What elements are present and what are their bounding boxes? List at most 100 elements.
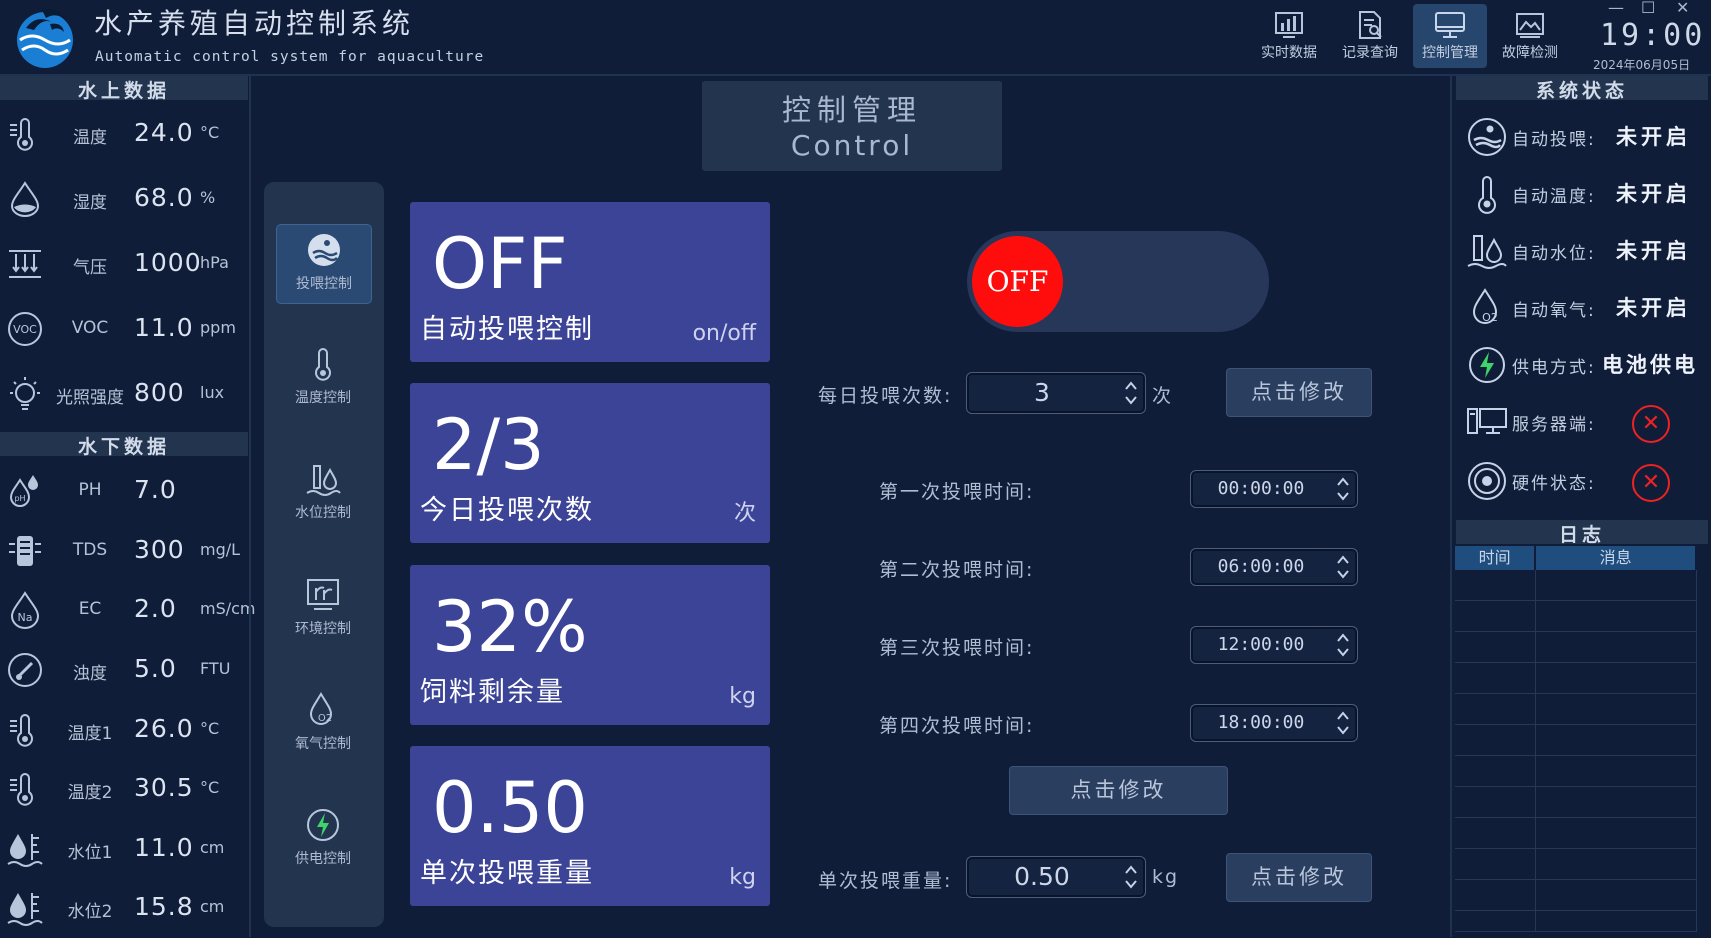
spin-arrows-icon[interactable] xyxy=(1123,377,1139,409)
daily-count-spinbox[interactable]: 3 xyxy=(966,372,1146,414)
feed-time-label: 第一次投喂时间: xyxy=(879,481,1035,503)
sensor-temperature-1: 温度1 26.0 °C xyxy=(0,702,248,760)
feeding-icon xyxy=(308,234,340,266)
side-nav-feeding[interactable]: 投喂控制 xyxy=(276,224,372,304)
sensor-value: 11.0 xyxy=(134,313,194,342)
spinbox-value: 3 xyxy=(1034,378,1050,407)
control-title-box: 控制管理 Control xyxy=(702,81,1002,171)
left-divider xyxy=(249,74,251,937)
status-label: 服务器端: xyxy=(1512,415,1596,435)
sensor-value: 5.0 xyxy=(134,654,177,683)
sensor-light: 光照强度 800 lux xyxy=(0,366,248,424)
svg-text:Na: Na xyxy=(18,611,33,624)
nav-label: 实时数据 xyxy=(1261,45,1317,61)
control-title-cn: 控制管理 xyxy=(781,93,922,127)
svg-text:pH: pH xyxy=(14,494,25,503)
side-nav-temperature[interactable]: 温度控制 xyxy=(276,339,370,417)
log-column-message[interactable]: 消息 xyxy=(1536,546,1697,570)
sensor-temperature-2: 温度2 30.5 °C xyxy=(0,761,248,819)
side-nav-oxygen[interactable]: O2 氧气控制 xyxy=(276,685,370,763)
minimize-button[interactable]: — xyxy=(1608,0,1624,17)
logo-icon xyxy=(12,4,78,70)
sensor-value: 30.5 xyxy=(134,773,194,802)
feeding-icon xyxy=(1468,118,1506,156)
sensor-ph: pH PH 7.0 xyxy=(0,463,248,521)
app-subtitle: Automatic control system for aquaculture xyxy=(95,49,485,65)
sensor-value: 300 xyxy=(134,535,185,564)
spin-arrows-icon[interactable] xyxy=(1335,707,1351,739)
status-server: 服务器端: ✕ xyxy=(1462,393,1711,450)
thermometer-icon xyxy=(10,117,33,151)
spinbox-value: 18:00:00 xyxy=(1217,712,1305,733)
sensor-water-level-2: 水位2 15.8 cm xyxy=(0,880,248,938)
close-button[interactable]: ✕ xyxy=(1676,0,1689,17)
log-table-header: 时间 消息 xyxy=(1455,546,1697,570)
log-column-time[interactable]: 时间 xyxy=(1455,546,1537,570)
sensor-label: VOC xyxy=(71,318,109,338)
spin-arrows-icon[interactable] xyxy=(1335,473,1351,505)
status-label: 供电方式: xyxy=(1512,358,1596,378)
bar-chart-icon xyxy=(1275,12,1303,38)
sensor-unit: % xyxy=(200,188,216,207)
log-row xyxy=(1455,756,1697,787)
status-label: 自动投喂: xyxy=(1512,130,1596,150)
sensor-label: TDS xyxy=(72,540,108,560)
feed-time-4-spinbox[interactable]: 18:00:00 xyxy=(1190,704,1358,742)
sensor-value: 800 xyxy=(134,378,185,407)
spin-arrows-icon[interactable] xyxy=(1335,629,1351,661)
svg-text:O2: O2 xyxy=(318,713,332,724)
water-level-icon xyxy=(7,834,43,867)
sensor-humidity: 湿度 68.0 % xyxy=(0,171,248,229)
side-nav-water-level[interactable]: 水位控制 xyxy=(276,454,370,532)
modify-daily-count-button[interactable]: 点击修改 xyxy=(1226,368,1372,417)
control-side-nav: 投喂控制 温度控制 水位控制 环境控制 O2 氧气控制 供电控制 xyxy=(264,182,384,927)
card-feed-remaining: 32% 饲料剩余量 kg xyxy=(410,565,770,725)
sensor-label: 温度1 xyxy=(67,724,113,744)
sensor-value: 1000 xyxy=(134,248,202,277)
sensor-temperature: 温度 24.0 °C xyxy=(0,106,248,164)
sensor-unit: cm xyxy=(200,838,225,857)
side-nav-environment[interactable]: 环境控制 xyxy=(276,570,370,648)
above-water-header: 水上数据 xyxy=(0,76,248,102)
log-row xyxy=(1455,663,1697,694)
water-level-icon xyxy=(1467,235,1507,269)
nav-fault-detection[interactable]: 故障检测 xyxy=(1493,4,1567,68)
status-value: 电池供电 xyxy=(1602,353,1698,377)
sensor-tds: TDS 300 mg/L xyxy=(0,523,248,581)
spinbox-value: 00:00:00 xyxy=(1217,478,1305,499)
log-row xyxy=(1455,787,1697,818)
nav-record-query[interactable]: 记录查询 xyxy=(1333,4,1407,68)
spin-arrows-icon[interactable] xyxy=(1123,861,1139,893)
status-label: 自动温度: xyxy=(1512,187,1596,207)
spin-arrows-icon[interactable] xyxy=(1335,551,1351,583)
ec-icon: Na xyxy=(10,591,40,629)
sensor-label: 浊度 xyxy=(73,664,107,684)
card-today-feed-count: 2/3 今日投喂次数 次 xyxy=(410,383,770,543)
nav-realtime-data[interactable]: 实时数据 xyxy=(1252,4,1326,68)
side-nav-power[interactable]: 供电控制 xyxy=(276,800,370,878)
modify-single-weight-button[interactable]: 点击修改 xyxy=(1226,853,1372,902)
date: 2024年06月05日 xyxy=(1593,58,1691,72)
feed-time-1-spinbox[interactable]: 00:00:00 xyxy=(1190,470,1358,508)
maximize-button[interactable]: ☐ xyxy=(1641,0,1655,17)
control-title-en: Control xyxy=(790,129,914,162)
sensor-label: 温度2 xyxy=(67,783,113,803)
sensor-value: 15.8 xyxy=(134,892,194,921)
sensor-unit: °C xyxy=(200,719,220,738)
log-table[interactable]: 时间 消息 xyxy=(1455,546,1697,932)
side-nav-label: 水位控制 xyxy=(295,505,351,521)
water-level-icon xyxy=(306,465,341,496)
card-single-feed-weight: 0.50 单次投喂重量 kg xyxy=(410,746,770,906)
single-weight-spinbox[interactable]: 0.50 xyxy=(966,856,1146,898)
status-auto-water-level: 自动水位: 未开启 xyxy=(1462,222,1711,279)
feed-time-2-spinbox[interactable]: 06:00:00 xyxy=(1190,548,1358,586)
log-row xyxy=(1455,632,1697,663)
sensor-label: 温度 xyxy=(73,128,107,148)
oxygen-icon: O2 xyxy=(309,692,332,725)
modify-feed-times-button[interactable]: 点击修改 xyxy=(1009,766,1228,815)
sensor-label: 光照强度 xyxy=(56,388,124,408)
auto-feed-toggle[interactable]: OFF xyxy=(967,231,1269,332)
nav-control-management[interactable]: 控制管理 xyxy=(1413,4,1487,68)
log-row xyxy=(1455,818,1697,849)
feed-time-3-spinbox[interactable]: 12:00:00 xyxy=(1190,626,1358,664)
